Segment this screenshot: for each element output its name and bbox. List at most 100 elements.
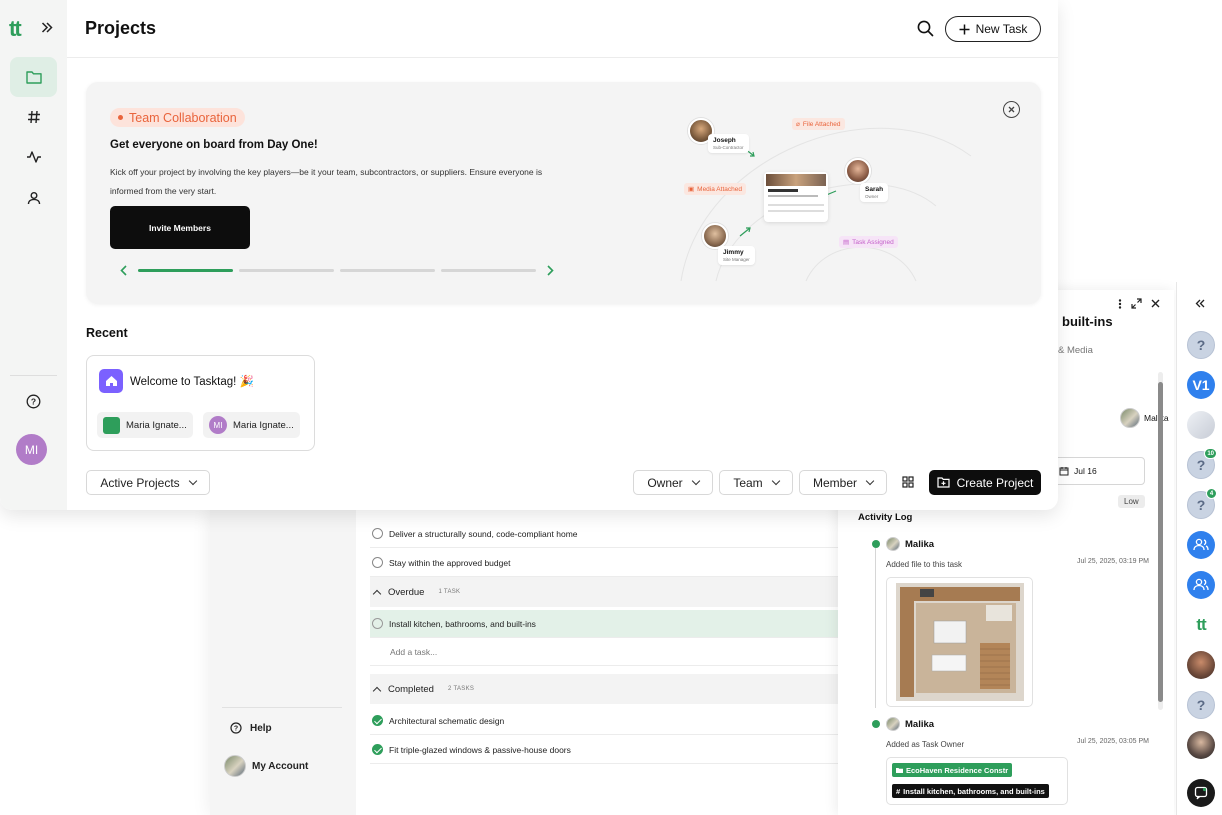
attachment-thumbnail[interactable]: [886, 577, 1033, 707]
rail-tasktag-logo[interactable]: tt: [1187, 611, 1215, 639]
rail-help-icon[interactable]: ? 10: [1187, 448, 1217, 479]
user-avatar[interactable]: MI: [16, 434, 47, 465]
overdue-section-header[interactable]: Overdue 1 TASK: [370, 577, 840, 607]
activity-action: Added file to this task: [886, 560, 963, 569]
progress-step[interactable]: [340, 269, 435, 272]
task-tag[interactable]: # Install kitchen, bathrooms, and built-…: [892, 784, 1049, 798]
scrollbar-thumb[interactable]: [1158, 382, 1163, 702]
new-task-button[interactable]: New Task: [945, 16, 1041, 42]
chat-support-button[interactable]: [1187, 779, 1215, 807]
chip-label: Maria Ignate...: [233, 419, 294, 431]
activity-pulse-icon: [26, 150, 42, 164]
chevron-right-icon[interactable]: [547, 265, 554, 276]
expand-icon[interactable]: [1131, 298, 1142, 309]
task-checkbox[interactable]: [372, 618, 383, 629]
home-icon: [99, 369, 123, 393]
help-button[interactable]: ?: [10, 381, 57, 421]
timeline-line: [875, 548, 876, 708]
nav-projects[interactable]: [10, 57, 57, 97]
chevron-left-icon[interactable]: [120, 265, 127, 276]
collapse-left-icon[interactable]: [1195, 299, 1205, 308]
priority-badge[interactable]: Low: [1118, 495, 1145, 508]
chevron-up-icon: [372, 686, 382, 695]
due-date-value: Jul 16: [1074, 466, 1097, 476]
member-filter-dropdown[interactable]: Member: [799, 470, 887, 495]
grid-view-icon[interactable]: [902, 476, 914, 488]
folder-plus-icon: [937, 477, 950, 488]
preview-line: [768, 204, 824, 206]
nav-activity[interactable]: [10, 137, 57, 177]
task-checkbox[interactable]: [372, 528, 383, 539]
more-vertical-icon[interactable]: [1118, 298, 1122, 309]
hash-icon: [27, 110, 41, 124]
task-title: Install kitchen, bathrooms, and built-in…: [389, 618, 536, 629]
section-count: 1 TASK: [438, 589, 461, 595]
team-filter-dropdown[interactable]: Team: [719, 470, 793, 495]
task-checkbox[interactable]: [372, 557, 383, 568]
close-icon: [1008, 106, 1015, 113]
rail-team-icon[interactable]: [1187, 531, 1215, 559]
person-role: Site Manager: [723, 257, 750, 262]
nav-contacts[interactable]: [10, 178, 57, 218]
owner-filter-dropdown[interactable]: Owner: [633, 470, 713, 495]
task-row-selected[interactable]: Install kitchen, bathrooms, and built-in…: [370, 610, 840, 638]
rail-logo-text: tt: [1196, 615, 1206, 634]
task-row[interactable]: Architectural schematic design: [370, 707, 840, 735]
scrollbar[interactable]: [1158, 372, 1163, 710]
tag-text: File Attached: [802, 120, 841, 128]
recent-project-card[interactable]: Welcome to Tasktag! 🎉 Maria Ignate... MI…: [86, 355, 315, 451]
task-checkbox-checked[interactable]: [372, 744, 383, 755]
project-tag[interactable]: EcoHaven Residence Constr: [892, 763, 1013, 777]
my-account-link[interactable]: My Account: [224, 755, 308, 777]
joseph-label: Joseph Sub-Contractor: [708, 134, 749, 153]
rail-avatar[interactable]: [1187, 651, 1215, 679]
user-icon: [27, 191, 41, 205]
recent-member-chip[interactable]: MI Maria Ignate...: [203, 412, 300, 438]
close-card-button[interactable]: [1003, 101, 1020, 118]
search-icon[interactable]: [917, 20, 934, 37]
rail-team-icon[interactable]: [1187, 571, 1215, 599]
progress-step[interactable]: [441, 269, 536, 272]
task-tag-label: Install kitchen, bathrooms, and built-in…: [903, 786, 1045, 796]
activity-time: Jul 25, 2025, 03:05 PM: [1077, 738, 1149, 745]
activity-log-title: Activity Log: [858, 512, 913, 523]
chevron-down-icon: [771, 476, 780, 485]
building-icon: [103, 416, 120, 434]
owner-name: Malika: [1144, 413, 1169, 423]
rail-help-icon[interactable]: ?: [1187, 691, 1215, 719]
invite-members-button[interactable]: Invite Members: [110, 206, 250, 249]
person-name: Jimmy: [723, 249, 744, 256]
tab-media[interactable]: & Media: [1058, 345, 1093, 356]
close-icon[interactable]: [1151, 299, 1160, 308]
task-title: Stay within the approved budget: [389, 557, 511, 568]
rail-avatar[interactable]: [1187, 411, 1215, 439]
recent-channel-chip[interactable]: Maria Ignate...: [97, 412, 193, 438]
task-row[interactable]: Stay within the approved budget: [370, 549, 840, 577]
add-task-input[interactable]: Add a task...: [370, 638, 840, 666]
task-row[interactable]: Fit triple-glazed windows & passive-hous…: [370, 736, 840, 764]
task-row[interactable]: Deliver a structurally sound, code-compl…: [370, 520, 840, 548]
timeline-dot: [872, 540, 880, 548]
tasktag-logo[interactable]: tt: [9, 16, 22, 42]
projects-window: tt ? MI Projects New Task Team Collabora…: [0, 0, 1058, 510]
page-title: Projects: [85, 18, 157, 38]
completed-section-header[interactable]: Completed 2 TASKS: [370, 674, 840, 704]
rail-help-icon[interactable]: ? 4: [1187, 488, 1217, 519]
create-project-button[interactable]: Create Project: [929, 470, 1041, 495]
rail-avatar[interactable]: [1187, 731, 1215, 759]
help-label: Help: [250, 722, 272, 734]
svg-text:?: ?: [31, 396, 36, 406]
dropdown-label: Active Projects: [100, 475, 180, 490]
due-date-field[interactable]: Jul 16: [1050, 457, 1145, 485]
progress-step[interactable]: [138, 269, 233, 272]
nav-channels[interactable]: [10, 97, 57, 137]
sarah-avatar: [845, 158, 871, 184]
expand-sidebar-icon[interactable]: [41, 22, 53, 33]
help-link[interactable]: ? Help: [230, 722, 272, 734]
progress-step[interactable]: [239, 269, 334, 272]
rail-help-icon[interactable]: ?: [1187, 331, 1215, 359]
task-title: Deliver a structurally sound, code-compl…: [389, 528, 578, 539]
active-projects-dropdown[interactable]: Active Projects: [86, 470, 210, 495]
rail-v1-button[interactable]: V1: [1187, 371, 1215, 399]
task-checkbox-checked[interactable]: [372, 715, 383, 726]
